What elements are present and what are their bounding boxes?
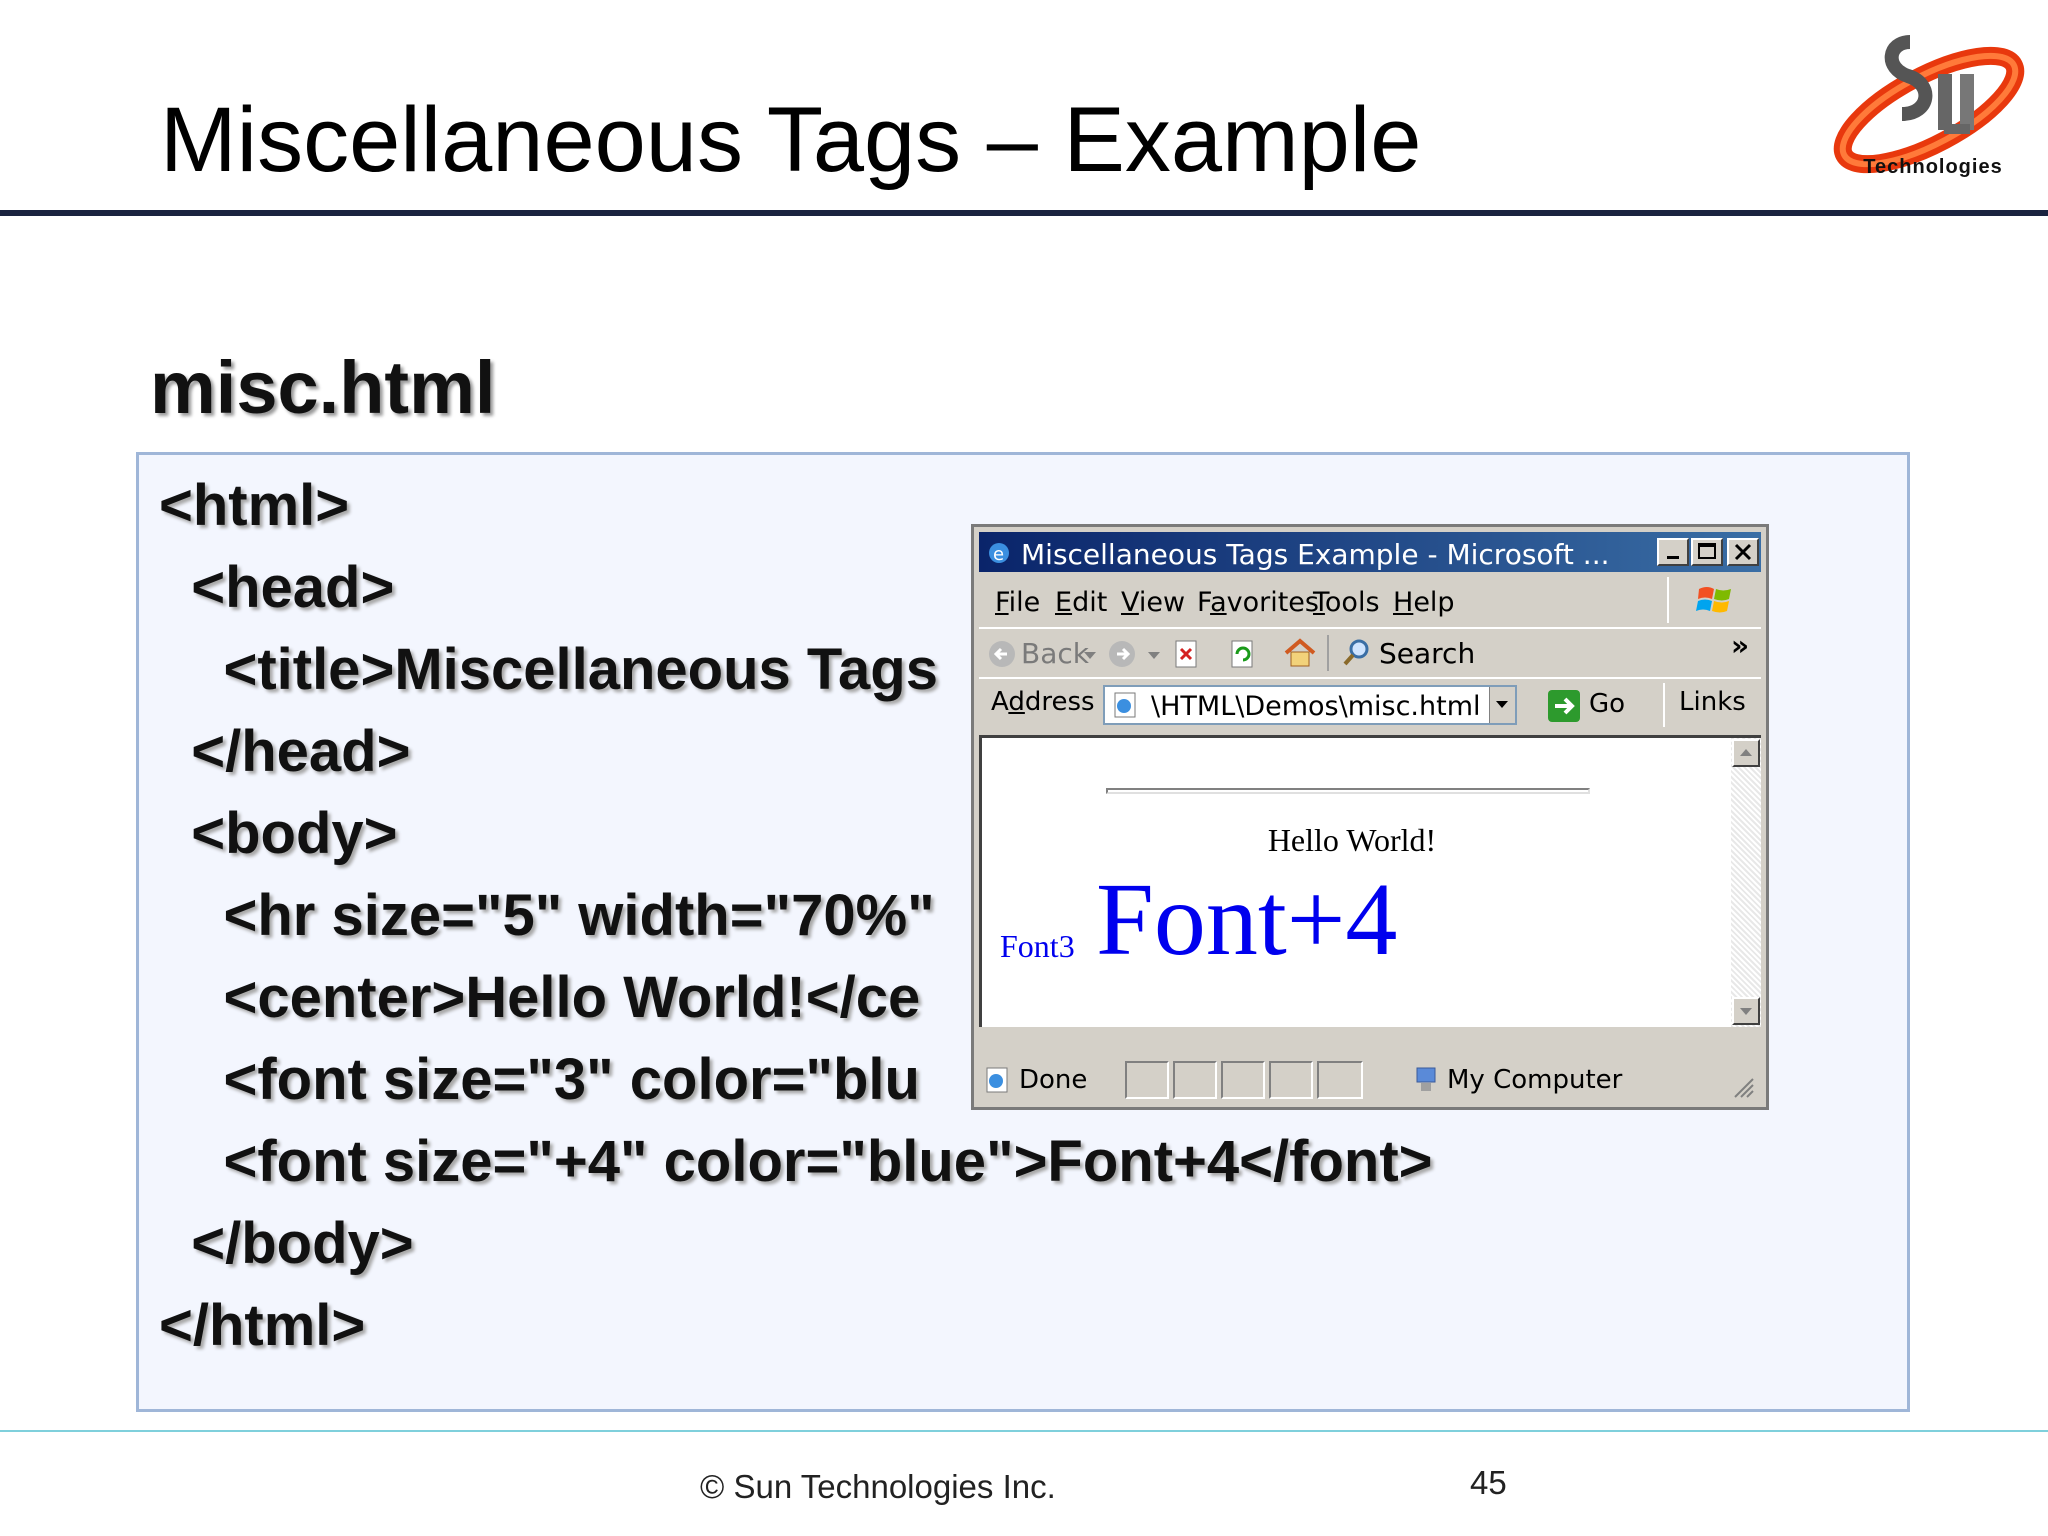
forward-arrow-icon[interactable] <box>1107 639 1137 669</box>
page-done-icon <box>986 1067 1008 1093</box>
refresh-icon[interactable] <box>1229 639 1257 669</box>
maximize-icon <box>1698 543 1716 559</box>
status-text: Done <box>1019 1065 1088 1095</box>
home-icon[interactable] <box>1283 637 1317 669</box>
menu-bar: File Edit View Favorites Tools Help <box>979 577 1761 623</box>
page-viewport: Hello World! Font3 Font+4 <box>979 735 1761 1027</box>
status-bar: Done My Computer <box>979 1057 1761 1105</box>
vertical-scrollbar[interactable] <box>1731 738 1761 1027</box>
menu-view[interactable]: View <box>1121 587 1185 618</box>
chevron-up-icon <box>1740 749 1752 756</box>
slide-number: 45 <box>1470 1464 1507 1501</box>
chevron-down-icon <box>1740 1008 1752 1015</box>
code-line: <title>Miscellaneous Tags <box>159 637 938 702</box>
code-line: </body> <box>159 1211 414 1276</box>
ie-icon: e <box>989 543 1009 565</box>
chevron-down-icon[interactable] <box>1147 651 1161 661</box>
windows-flag-icon <box>1696 587 1731 613</box>
stop-icon[interactable] <box>1173 639 1201 669</box>
standard-toolbar: Back Search » <box>979 627 1761 677</box>
code-line: <html> <box>159 473 350 538</box>
windows-logo-box <box>1667 577 1759 623</box>
address-bar: Address \HTML\Demos\misc.html Go Links <box>979 677 1761 731</box>
search-button-label[interactable]: Search <box>1379 637 1475 670</box>
font-size-3-text: Font3 <box>1000 928 1075 964</box>
scroll-up-button[interactable] <box>1732 739 1760 767</box>
status-panel <box>1269 1061 1313 1099</box>
status-panel <box>1173 1061 1217 1099</box>
menu-edit[interactable]: Edit <box>1055 587 1107 618</box>
browser-window: e Miscellaneous Tags Example - Microsoft… <box>971 524 1769 1110</box>
menu-tools[interactable]: Tools <box>1313 587 1380 618</box>
font-size-plus4-text: Font+4 <box>1096 862 1398 977</box>
minimize-button[interactable] <box>1657 538 1689 566</box>
window-titlebar[interactable]: e Miscellaneous Tags Example - Microsoft… <box>979 532 1761 572</box>
code-line: </head> <box>159 719 411 784</box>
code-line: <body> <box>159 801 398 866</box>
close-button[interactable] <box>1727 538 1759 566</box>
address-dropdown-button[interactable] <box>1489 687 1515 723</box>
security-zone-text: My Computer <box>1447 1065 1623 1095</box>
address-value: \HTML\Demos\misc.html <box>1151 691 1481 722</box>
scroll-down-button[interactable] <box>1732 997 1760 1025</box>
chevron-down-icon <box>1496 701 1508 708</box>
code-line: <head> <box>159 555 395 620</box>
back-arrow-icon[interactable] <box>987 639 1017 669</box>
address-label: Address <box>991 687 1095 717</box>
search-icon[interactable] <box>1341 637 1373 669</box>
toolbar-separator <box>1327 635 1329 671</box>
close-icon <box>1734 543 1752 561</box>
footer-divider <box>0 1430 2048 1432</box>
minimize-icon <box>1667 556 1679 559</box>
toolbar-separator <box>1663 683 1665 727</box>
code-line: <hr size="5" width="70%" <box>159 883 935 948</box>
svg-text:e: e <box>993 544 1004 565</box>
footer-copyright: © Sun Technologies Inc. <box>700 1468 1056 1505</box>
menu-favorites[interactable]: Favorites <box>1197 587 1319 618</box>
page-icon <box>1114 692 1136 718</box>
logo-caption: Technologies <box>1863 156 2003 178</box>
hello-world-text: Hello World! <box>1267 822 1437 858</box>
menu-file[interactable]: File <box>995 587 1040 618</box>
back-button-label[interactable]: Back <box>1021 637 1089 670</box>
chevron-down-icon[interactable] <box>1083 651 1097 661</box>
address-input[interactable]: \HTML\Demos\misc.html <box>1103 685 1517 725</box>
maximize-button[interactable] <box>1691 538 1723 566</box>
code-line: <font size="3" color="blu <box>159 1047 920 1112</box>
window-title: Miscellaneous Tags Example - Microsoft .… <box>1021 538 1610 571</box>
title-divider <box>0 210 2048 216</box>
file-name-heading: misc.html <box>150 346 496 429</box>
go-arrow-icon[interactable] <box>1547 689 1581 723</box>
slide-title: Miscellaneous Tags – Example <box>160 89 1422 191</box>
status-panel <box>1221 1061 1265 1099</box>
status-panel <box>1317 1061 1363 1099</box>
code-line: </html> <box>159 1293 366 1358</box>
code-line: <center>Hello World!</ce <box>159 965 921 1030</box>
code-line: <font size="+4" color="blue">Font+4</fon… <box>159 1129 1433 1194</box>
menu-help[interactable]: Help <box>1393 587 1455 618</box>
go-button-label[interactable]: Go <box>1589 689 1625 719</box>
links-button[interactable]: Links <box>1679 687 1746 717</box>
resize-grip-icon[interactable] <box>1731 1075 1755 1099</box>
toolbar-overflow-button[interactable]: » <box>1731 629 1749 662</box>
my-computer-icon <box>1416 1067 1436 1091</box>
horizontal-rule <box>1106 788 1590 794</box>
status-panel <box>1125 1061 1169 1099</box>
